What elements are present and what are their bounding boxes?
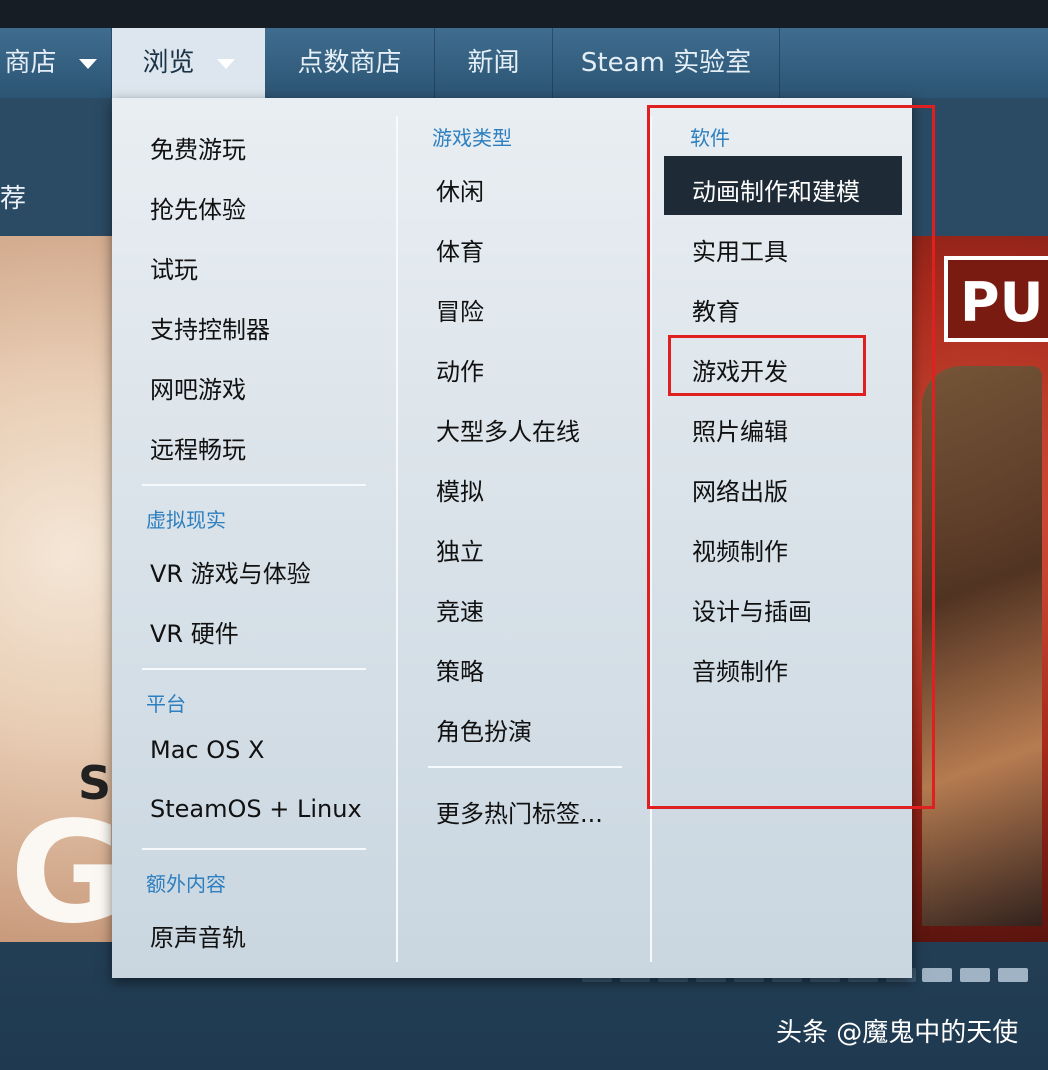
nav-browse-label: 浏览 [142, 48, 195, 78]
menu-item-racing[interactable]: 竞速 [436, 592, 484, 627]
menu-item-soundtracks[interactable]: 原声音轨 [150, 918, 246, 953]
menu-item-mmo[interactable]: 大型多人在线 [436, 412, 580, 447]
pubg-logo: PUBG [944, 256, 1048, 342]
divider [428, 766, 622, 768]
menu-item-more-tags[interactable]: 更多热门标签... [436, 794, 603, 829]
column-divider [396, 116, 398, 962]
menu-item-demos[interactable]: 试玩 [150, 250, 198, 285]
annotation-box-game-dev [668, 335, 866, 396]
nav-labs[interactable]: Steam 实验室 [553, 28, 780, 98]
divider [142, 848, 366, 850]
carousel-dot[interactable] [922, 968, 952, 982]
section-head-extra: 额外内容 [146, 872, 226, 896]
menu-item-vr-hardware[interactable]: VR 硬件 [150, 614, 239, 649]
menu-item-simulation[interactable]: 模拟 [436, 472, 484, 507]
menu-item-early-access[interactable]: 抢先体验 [150, 190, 246, 225]
menu-item-casual[interactable]: 休闲 [436, 172, 484, 207]
nav-store-label: 商店 [4, 48, 57, 78]
menu-item-strategy[interactable]: 策略 [436, 652, 484, 687]
store-navigation-bar: 商店 浏览 点数商店 新闻 Steam 实验室 [0, 28, 1048, 98]
top-strip [0, 0, 1048, 28]
menu-item-action[interactable]: 动作 [436, 352, 484, 387]
nav-store[interactable]: 商店 [0, 28, 112, 98]
section-head-platform: 平台 [146, 692, 186, 716]
menu-item-controller-support[interactable]: 支持控制器 [150, 310, 270, 345]
menu-item-indie[interactable]: 独立 [436, 532, 484, 567]
menu-item-vr-games[interactable]: VR 游戏与体验 [150, 554, 311, 589]
menu-item-sports[interactable]: 体育 [436, 232, 484, 267]
nav-browse[interactable]: 浏览 [112, 28, 265, 98]
carousel-dot[interactable] [960, 968, 990, 982]
menu-item-remote-play[interactable]: 远程畅玩 [150, 430, 246, 465]
menu-item-steamos-linux[interactable]: SteamOS + Linux [150, 795, 362, 823]
section-head-vr: 虚拟现实 [146, 508, 226, 532]
menu-item-pc-cafe[interactable]: 网吧游戏 [150, 370, 246, 405]
watermark: 头条 @魔鬼中的天使 [776, 1018, 1019, 1048]
subbar-partial-text[interactable]: 荐 [0, 178, 26, 215]
nav-points-shop[interactable]: 点数商店 [265, 28, 435, 98]
left-featured-banner[interactable]: SU GI [0, 236, 112, 942]
menu-item-rpg[interactable]: 角色扮演 [436, 712, 532, 747]
divider [142, 668, 366, 670]
divider [142, 484, 366, 486]
carousel-dot[interactable] [998, 968, 1028, 982]
menu-item-adventure[interactable]: 冒险 [436, 292, 484, 327]
nav-news[interactable]: 新闻 [435, 28, 553, 98]
annotation-box-software [647, 105, 935, 809]
soldier-artwork [922, 366, 1042, 926]
banner-title-big: GI [10, 792, 112, 943]
chevron-down-icon [216, 58, 235, 69]
menu-item-free-to-play[interactable]: 免费游玩 [150, 130, 246, 165]
chevron-down-icon [78, 58, 97, 69]
menu-item-mac[interactable]: Mac OS X [150, 736, 264, 764]
section-head-genres: 游戏类型 [432, 126, 512, 150]
